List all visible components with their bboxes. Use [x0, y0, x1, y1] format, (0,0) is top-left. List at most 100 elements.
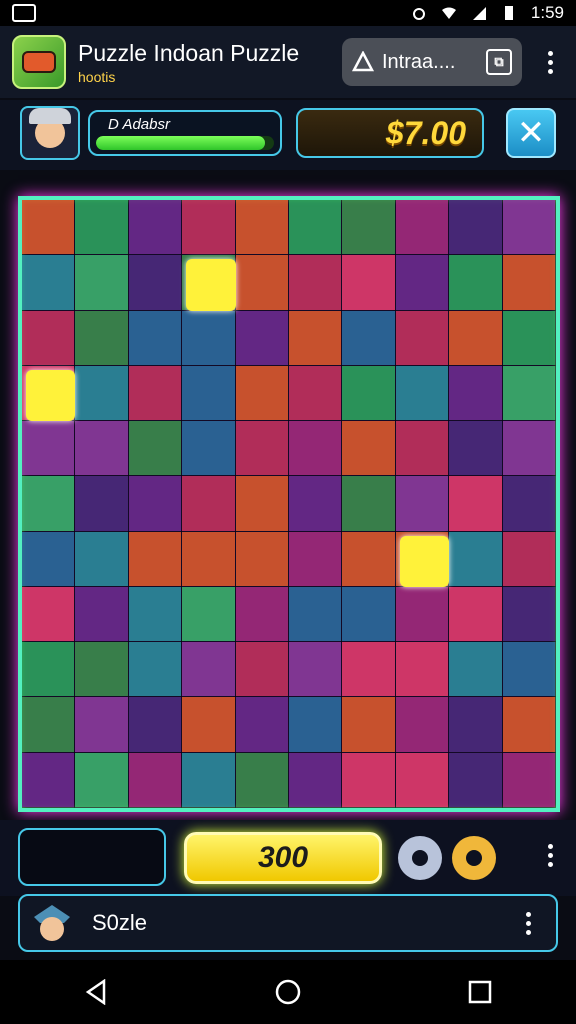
puzzle-piece[interactable]: [127, 364, 183, 422]
open-external-icon[interactable]: ⧉: [486, 49, 512, 75]
puzzle-piece[interactable]: [127, 254, 183, 311]
puzzle-piece[interactable]: [181, 641, 236, 698]
score-button[interactable]: 300: [184, 832, 382, 884]
search-bar[interactable]: Intraa.... ⧉: [342, 38, 522, 86]
puzzle-piece[interactable]: [74, 420, 129, 477]
puzzle-piece[interactable]: [341, 696, 396, 753]
puzzle-piece[interactable]: [394, 364, 450, 422]
puzzle-piece[interactable]: [234, 530, 289, 587]
puzzle-piece[interactable]: [287, 254, 343, 311]
puzzle-piece[interactable]: [448, 420, 503, 477]
puzzle-piece[interactable]: [501, 309, 556, 366]
puzzle-piece[interactable]: [181, 530, 236, 587]
puzzle-piece[interactable]: [127, 696, 183, 753]
puzzle-piece[interactable]: [448, 364, 503, 422]
puzzle-piece[interactable]: [22, 585, 76, 643]
puzzle-piece[interactable]: [181, 309, 236, 366]
puzzle-piece[interactable]: [234, 200, 289, 256]
puzzle-piece[interactable]: [181, 696, 236, 753]
puzzle-piece[interactable]: [22, 751, 76, 808]
puzzle-piece[interactable]: [74, 309, 129, 366]
puzzle-piece[interactable]: [234, 420, 289, 477]
puzzle-piece[interactable]: [341, 200, 396, 256]
puzzle-piece[interactable]: [287, 530, 343, 587]
app-logo-icon[interactable]: [12, 35, 66, 89]
puzzle-piece[interactable]: [448, 475, 503, 532]
puzzle-piece[interactable]: [501, 364, 556, 422]
player-menu-button[interactable]: [514, 911, 542, 935]
puzzle-piece[interactable]: [448, 585, 503, 643]
puzzle-piece[interactable]: [287, 475, 343, 532]
mini-avatar[interactable]: [26, 899, 78, 947]
puzzle-piece[interactable]: [234, 254, 289, 311]
puzzle-piece[interactable]: [448, 696, 503, 753]
puzzle-board[interactable]: [18, 196, 560, 812]
puzzle-piece[interactable]: [181, 364, 236, 422]
puzzle-piece[interactable]: [74, 254, 129, 311]
puzzle-piece[interactable]: [22, 200, 76, 256]
home-button[interactable]: [258, 972, 318, 1012]
puzzle-piece[interactable]: [501, 585, 556, 643]
puzzle-piece[interactable]: [394, 200, 450, 256]
puzzle-piece[interactable]: [501, 641, 556, 698]
puzzle-piece[interactable]: [287, 641, 343, 698]
puzzle-piece[interactable]: [287, 420, 343, 477]
puzzle-piece[interactable]: [501, 475, 556, 532]
puzzle-piece[interactable]: [394, 696, 450, 753]
puzzle-piece[interactable]: [394, 641, 450, 698]
puzzle-piece[interactable]: [341, 585, 396, 643]
puzzle-piece[interactable]: [22, 641, 76, 698]
puzzle-piece[interactable]: [501, 200, 556, 256]
puzzle-piece[interactable]: [74, 364, 129, 422]
puzzle-piece[interactable]: [181, 751, 236, 808]
puzzle-piece[interactable]: [341, 309, 396, 366]
puzzle-piece[interactable]: [341, 530, 396, 587]
puzzle-piece[interactable]: [22, 530, 76, 587]
puzzle-piece[interactable]: [181, 585, 236, 643]
puzzle-piece[interactable]: [181, 200, 236, 256]
puzzle-piece[interactable]: [74, 200, 129, 256]
puzzle-piece[interactable]: [394, 254, 450, 311]
puzzle-piece[interactable]: [22, 420, 76, 477]
puzzle-piece[interactable]: [127, 420, 183, 477]
puzzle-piece[interactable]: [287, 696, 343, 753]
puzzle-piece[interactable]: [234, 309, 289, 366]
puzzle-piece[interactable]: [448, 309, 503, 366]
puzzle-piece[interactable]: [127, 530, 183, 587]
puzzle-piece[interactable]: [394, 585, 450, 643]
loose-puzzle-piece[interactable]: [186, 259, 236, 311]
puzzle-piece[interactable]: [127, 585, 183, 643]
loose-puzzle-piece[interactable]: [26, 369, 76, 422]
puzzle-piece[interactable]: [234, 751, 289, 808]
puzzle-piece[interactable]: [448, 751, 503, 808]
puzzle-piece[interactable]: [341, 420, 396, 477]
empty-slot[interactable]: [18, 828, 166, 886]
puzzle-piece[interactable]: [74, 585, 129, 643]
puzzle-piece[interactable]: [341, 751, 396, 808]
puzzle-piece[interactable]: [448, 641, 503, 698]
puzzle-piece[interactable]: [181, 420, 236, 477]
puzzle-piece[interactable]: [341, 475, 396, 532]
back-button[interactable]: [66, 972, 126, 1012]
controls-menu-button[interactable]: [536, 844, 564, 867]
puzzle-piece[interactable]: [74, 530, 129, 587]
puzzle-piece[interactable]: [287, 364, 343, 422]
puzzle-piece[interactable]: [234, 585, 289, 643]
puzzle-piece[interactable]: [234, 641, 289, 698]
puzzle-piece[interactable]: [22, 309, 76, 366]
puzzle-piece[interactable]: [234, 696, 289, 753]
puzzle-piece[interactable]: [181, 475, 236, 532]
puzzle-piece[interactable]: [127, 475, 183, 532]
puzzle-piece[interactable]: [341, 364, 396, 422]
puzzle-piece[interactable]: [74, 751, 129, 808]
player-avatar[interactable]: [20, 106, 80, 160]
puzzle-piece[interactable]: [127, 751, 183, 808]
puzzle-piece[interactable]: [448, 200, 503, 256]
puzzle-piece[interactable]: [287, 585, 343, 643]
puzzle-piece[interactable]: [341, 254, 396, 311]
puzzle-piece[interactable]: [74, 641, 129, 698]
recents-button[interactable]: [450, 972, 510, 1012]
puzzle-piece[interactable]: [234, 475, 289, 532]
puzzle-piece[interactable]: [22, 254, 76, 311]
puzzle-piece[interactable]: [287, 751, 343, 808]
